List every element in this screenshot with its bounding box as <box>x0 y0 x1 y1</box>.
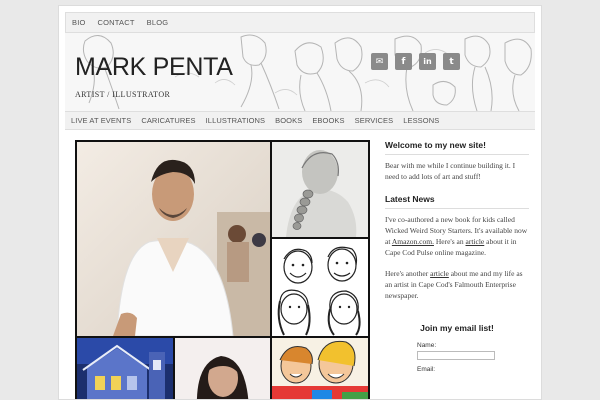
amazon-link[interactable]: Amazon.com. <box>392 237 434 246</box>
gallery-tile-caricature-pair[interactable] <box>272 239 368 336</box>
nav-live-at-events[interactable]: LIVE AT EVENTS <box>71 116 131 125</box>
linkedin-icon[interactable]: in <box>419 53 436 70</box>
portrait-photo-image <box>77 142 270 336</box>
top-nav-blog[interactable]: BLOG <box>147 18 169 27</box>
nav-books[interactable]: BOOKS <box>275 116 302 125</box>
news-paragraph-2: Here's another article about me and my l… <box>385 268 529 301</box>
site-tagline: ARTIST / ILLUSTRATOR <box>75 90 171 99</box>
email-icon[interactable]: ✉ <box>371 53 388 70</box>
color-caricature-image <box>272 338 368 399</box>
news-paragraph-1: I've co-authored a new book for kids cal… <box>385 214 529 258</box>
page-container: BIO CONTACT BLOG MARK PENTA ARTIST / ILL… <box>58 5 542 400</box>
top-nav-bio[interactable]: BIO <box>72 18 86 27</box>
email-field-label: Email: <box>417 366 436 373</box>
nav-ebooks[interactable]: EBOOKS <box>312 116 344 125</box>
welcome-widget-text: Bear with me while I continue building i… <box>385 161 516 181</box>
welcome-widget-title: Welcome to my new site! <box>385 140 529 155</box>
news-p1-text-b: Here's an <box>433 237 466 246</box>
sidebar: Welcome to my new site! Bear with me whi… <box>385 140 529 373</box>
caricature-pair-image <box>272 239 368 336</box>
top-nav: BIO CONTACT BLOG <box>65 12 535 33</box>
news-p2-text-a: Here's another <box>385 269 431 278</box>
nav-illustrations[interactable]: ILLUSTRATIONS <box>206 116 266 125</box>
woman-portrait-image <box>175 338 270 399</box>
facebook-icon[interactable]: f <box>395 53 412 70</box>
top-nav-contact[interactable]: CONTACT <box>98 18 135 27</box>
gallery-tile-color-caricature[interactable] <box>272 338 368 399</box>
house-painting-image <box>77 338 173 399</box>
news-widget-title: Latest News <box>385 194 529 209</box>
gallery-tile-house-painting[interactable] <box>77 338 173 399</box>
email-signup-title: Join my email list! <box>420 323 494 333</box>
main-nav: LIVE AT EVENTS CARICATURES ILLUSTRATIONS… <box>65 111 535 130</box>
art-gallery <box>75 140 370 399</box>
pulse-article-link[interactable]: article <box>466 237 485 246</box>
braid-sketch-image <box>272 142 368 237</box>
name-field[interactable] <box>417 351 495 360</box>
nav-caricatures[interactable]: CARICATURES <box>141 116 195 125</box>
nav-services[interactable]: SERVICES <box>355 116 394 125</box>
gallery-tile-braid-sketch[interactable] <box>272 142 368 237</box>
gallery-tile-portrait-photo[interactable] <box>77 142 270 336</box>
enterprise-article-link[interactable]: article <box>430 269 449 278</box>
nav-lessons[interactable]: LESSONS <box>403 116 439 125</box>
site-header: MARK PENTA ARTIST / ILLUSTRATOR ✉ f in t <box>65 33 535 111</box>
twitter-icon[interactable]: t <box>443 53 460 70</box>
name-field-label: Name: <box>417 342 437 349</box>
gallery-tile-woman-portrait[interactable] <box>175 338 270 399</box>
site-title[interactable]: MARK PENTA <box>75 53 233 82</box>
